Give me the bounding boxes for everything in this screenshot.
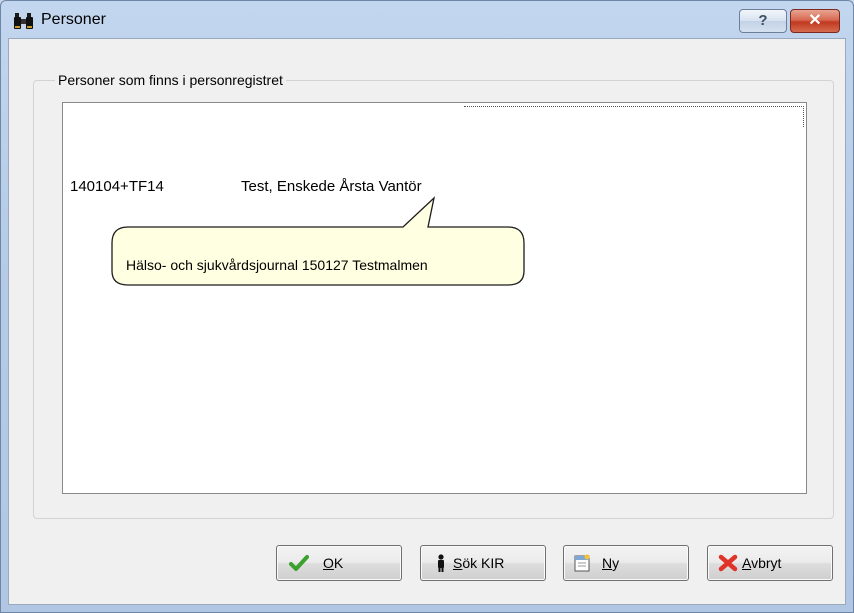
- search-kir-button-label: Sök KIR: [453, 555, 505, 571]
- ok-button[interactable]: OK: [276, 545, 402, 581]
- tooltip-balloon: [111, 196, 525, 286]
- focus-rectangle: [464, 106, 804, 127]
- new-button-label: Ny: [602, 555, 620, 571]
- close-button[interactable]: ✕: [790, 9, 840, 33]
- window-title: Personer: [41, 11, 106, 28]
- binoculars-icon: [14, 13, 33, 29]
- cancel-button-label: Avbryt: [742, 555, 782, 571]
- checkmark-icon: [289, 555, 309, 571]
- red-x-icon: [718, 554, 738, 572]
- new-button[interactable]: Ny: [563, 545, 689, 581]
- title-bar[interactable]: Personer ? ✕: [1, 1, 853, 39]
- tooltip-text: Hälso- och sjukvårdsjournal 150127 Testm…: [126, 257, 428, 273]
- groupbox-label: Personer som finns i personregistret: [55, 72, 286, 88]
- new-document-icon: [574, 554, 590, 572]
- cancel-button[interactable]: Avbryt: [707, 545, 833, 581]
- ok-button-label: OK: [323, 555, 344, 571]
- help-button[interactable]: ?: [739, 9, 787, 33]
- person-icon: [438, 554, 444, 572]
- persons-list[interactable]: [62, 102, 807, 494]
- search-kir-button[interactable]: Sök KIR: [420, 545, 546, 581]
